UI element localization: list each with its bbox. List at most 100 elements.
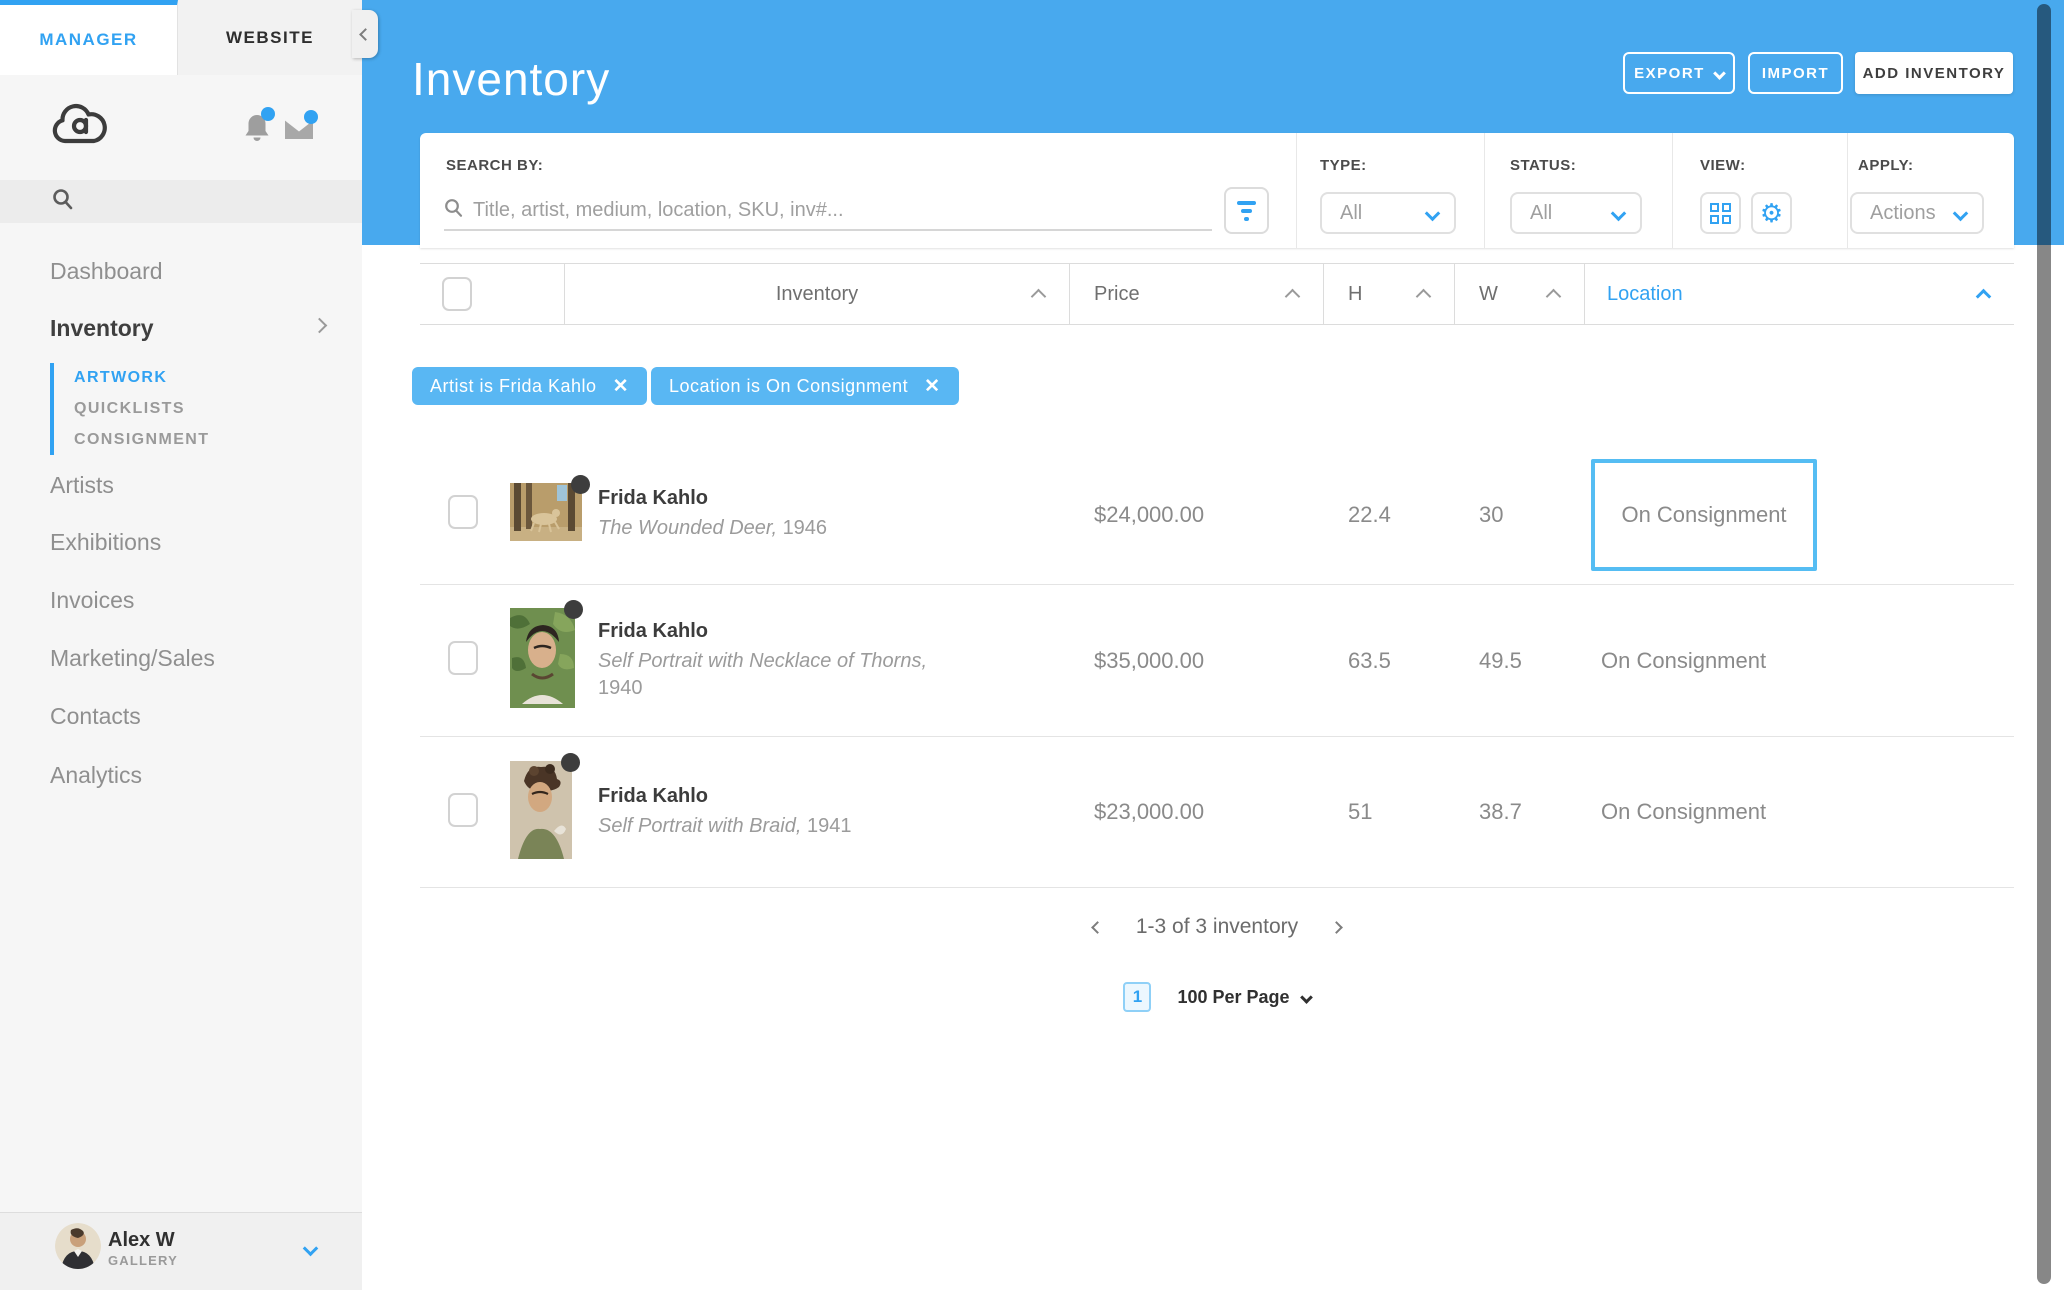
search-input[interactable] <box>473 199 1212 222</box>
add-inventory-button-label: ADD INVENTORY <box>1863 65 2006 82</box>
divider <box>1847 133 1848 248</box>
sidebar-item-consignment[interactable]: CONSIGNMENT <box>74 431 209 449</box>
row-checkbox[interactable] <box>448 495 478 529</box>
sidebar-item-marketing-sales[interactable]: Marketing/Sales <box>50 645 215 672</box>
app-window: MANAGER WEBSITE <box>0 0 2064 1290</box>
search-icon <box>52 188 74 216</box>
sidebar-item-analytics[interactable]: Analytics <box>50 762 142 789</box>
artwork-thumbnail[interactable] <box>510 761 572 859</box>
artcloud-logo-icon <box>50 103 108 152</box>
artwork-title: Self Portrait with Necklace of Thorns, 1… <box>598 648 928 702</box>
view-label: VIEW: <box>1700 157 1746 174</box>
artwork-price: $23,000.00 <box>1070 799 1324 825</box>
sort-caret-icon[interactable] <box>1976 289 1992 305</box>
sidebar-item-dashboard[interactable]: Dashboard <box>50 258 163 285</box>
tab-manager[interactable]: MANAGER <box>0 0 178 75</box>
column-header-w[interactable]: W <box>1455 264 1585 324</box>
sidebar-search[interactable] <box>0 180 362 223</box>
submenu-active-bar <box>50 363 54 455</box>
type-select[interactable]: All <box>1320 192 1456 234</box>
sidebar-item-inventory[interactable]: Inventory <box>50 315 154 342</box>
view-settings-button[interactable]: ⚙ <box>1751 192 1792 234</box>
column-header-location[interactable]: Location <box>1585 264 2014 324</box>
artwork-width: 30 <box>1455 502 1585 528</box>
vertical-scrollbar[interactable] <box>2037 4 2051 1284</box>
status-select[interactable]: All <box>1510 192 1642 234</box>
sort-caret-icon[interactable] <box>1285 289 1301 305</box>
sidebar-item-invoices[interactable]: Invoices <box>50 587 134 614</box>
export-chevron-icon <box>1713 67 1726 80</box>
location-highlight-box[interactable]: On Consignment <box>1591 459 1817 571</box>
next-page-icon[interactable] <box>1330 921 1343 934</box>
column-header-inventory[interactable]: Inventory <box>565 264 1070 324</box>
per-page-select[interactable]: 100 Per Page <box>1177 987 1310 1008</box>
inventory-expand-chevron-icon[interactable] <box>312 318 328 334</box>
user-name: Alex W <box>108 1229 175 1252</box>
artwork-width: 38.7 <box>1455 799 1585 825</box>
artwork-thumbnail[interactable] <box>510 608 575 708</box>
artwork-location: On Consignment <box>1585 799 2014 825</box>
sidebar-item-contacts[interactable]: Contacts <box>50 703 141 730</box>
sidebar-item-quicklists[interactable]: QUICKLISTS <box>74 400 185 418</box>
remove-filter-icon[interactable]: ✕ <box>613 375 629 398</box>
artwork-artist: Frida Kahlo <box>598 620 1070 643</box>
tab-website[interactable]: WEBSITE <box>178 0 362 75</box>
notifications-bell-icon[interactable] <box>243 113 271 148</box>
sort-caret-icon[interactable] <box>1546 289 1562 305</box>
table-row[interactable]: Frida Kahlo Self Portrait with Necklace … <box>420 585 2014 737</box>
apply-label: APPLY: <box>1858 157 1914 174</box>
remove-filter-icon[interactable]: ✕ <box>924 375 940 398</box>
status-dot-badge <box>571 475 590 494</box>
sidebar-item-artists[interactable]: Artists <box>50 472 114 499</box>
chevron-down-icon <box>1611 205 1627 221</box>
table-header: Inventory Price H W Location <box>420 263 2014 325</box>
brand-row <box>0 75 362 180</box>
add-inventory-button[interactable]: ADD INVENTORY <box>1855 52 2013 94</box>
page-title: Inventory <box>412 52 610 106</box>
table-row[interactable]: Frida Kahlo The Wounded Deer, 1946 $24,0… <box>420 445 2014 585</box>
import-button-label: IMPORT <box>1762 65 1829 82</box>
collapse-chevron-icon <box>359 28 372 41</box>
status-label: STATUS: <box>1510 157 1576 174</box>
column-header-h[interactable]: H <box>1324 264 1455 324</box>
filter-panel: SEARCH BY: TYPE: Al <box>420 133 2014 248</box>
prev-page-icon[interactable] <box>1091 921 1104 934</box>
messages-mail-icon[interactable] <box>284 118 314 145</box>
column-header-price[interactable]: Price <box>1070 264 1324 324</box>
import-button[interactable]: IMPORT <box>1748 52 1843 94</box>
bell-unread-dot <box>261 107 275 121</box>
export-button-label: EXPORT <box>1634 65 1705 82</box>
row-checkbox[interactable] <box>448 641 478 675</box>
workspace-tabs: MANAGER WEBSITE <box>0 0 362 75</box>
user-menu-chevron-icon[interactable] <box>303 1241 319 1257</box>
divider <box>1484 133 1485 248</box>
artwork-height: 63.5 <box>1324 648 1455 674</box>
pagination: 1-3 of 3 inventory <box>420 915 2014 939</box>
row-checkbox[interactable] <box>448 793 478 827</box>
advanced-filter-button[interactable] <box>1224 187 1269 234</box>
user-account-menu[interactable]: Alex W GALLERY <box>0 1212 362 1290</box>
filter-chip-label: Artist is Frida Kahlo <box>430 376 597 397</box>
page-number-button[interactable]: 1 <box>1123 982 1151 1012</box>
grid-view-button[interactable] <box>1700 192 1741 234</box>
sidebar-item-artwork[interactable]: ARTWORK <box>74 369 167 387</box>
select-all-checkbox[interactable] <box>442 277 472 311</box>
inventory-table-body: Frida Kahlo The Wounded Deer, 1946 $24,0… <box>420 445 2014 888</box>
artwork-location: On Consignment <box>1585 648 2014 674</box>
artwork-height: 22.4 <box>1324 502 1455 528</box>
sort-caret-icon[interactable] <box>1031 289 1047 305</box>
artwork-thumbnail[interactable] <box>510 483 582 541</box>
sidebar-item-exhibitions[interactable]: Exhibitions <box>50 529 161 556</box>
sort-caret-icon[interactable] <box>1416 289 1432 305</box>
divider <box>1672 133 1673 248</box>
actions-select[interactable]: Actions <box>1850 192 1984 234</box>
export-button[interactable]: EXPORT <box>1623 52 1735 94</box>
sidebar: MANAGER WEBSITE <box>0 0 362 1290</box>
artwork-location: On Consignment <box>1585 459 2014 571</box>
avatar <box>55 1223 101 1269</box>
table-row[interactable]: Frida Kahlo Self Portrait with Braid, 19… <box>420 737 2014 888</box>
grid-icon <box>1710 203 1731 224</box>
sidebar-collapse-button[interactable] <box>352 10 378 58</box>
type-select-value: All <box>1340 202 1362 225</box>
filter-chip-location: Location is On Consignment ✕ <box>651 367 959 405</box>
